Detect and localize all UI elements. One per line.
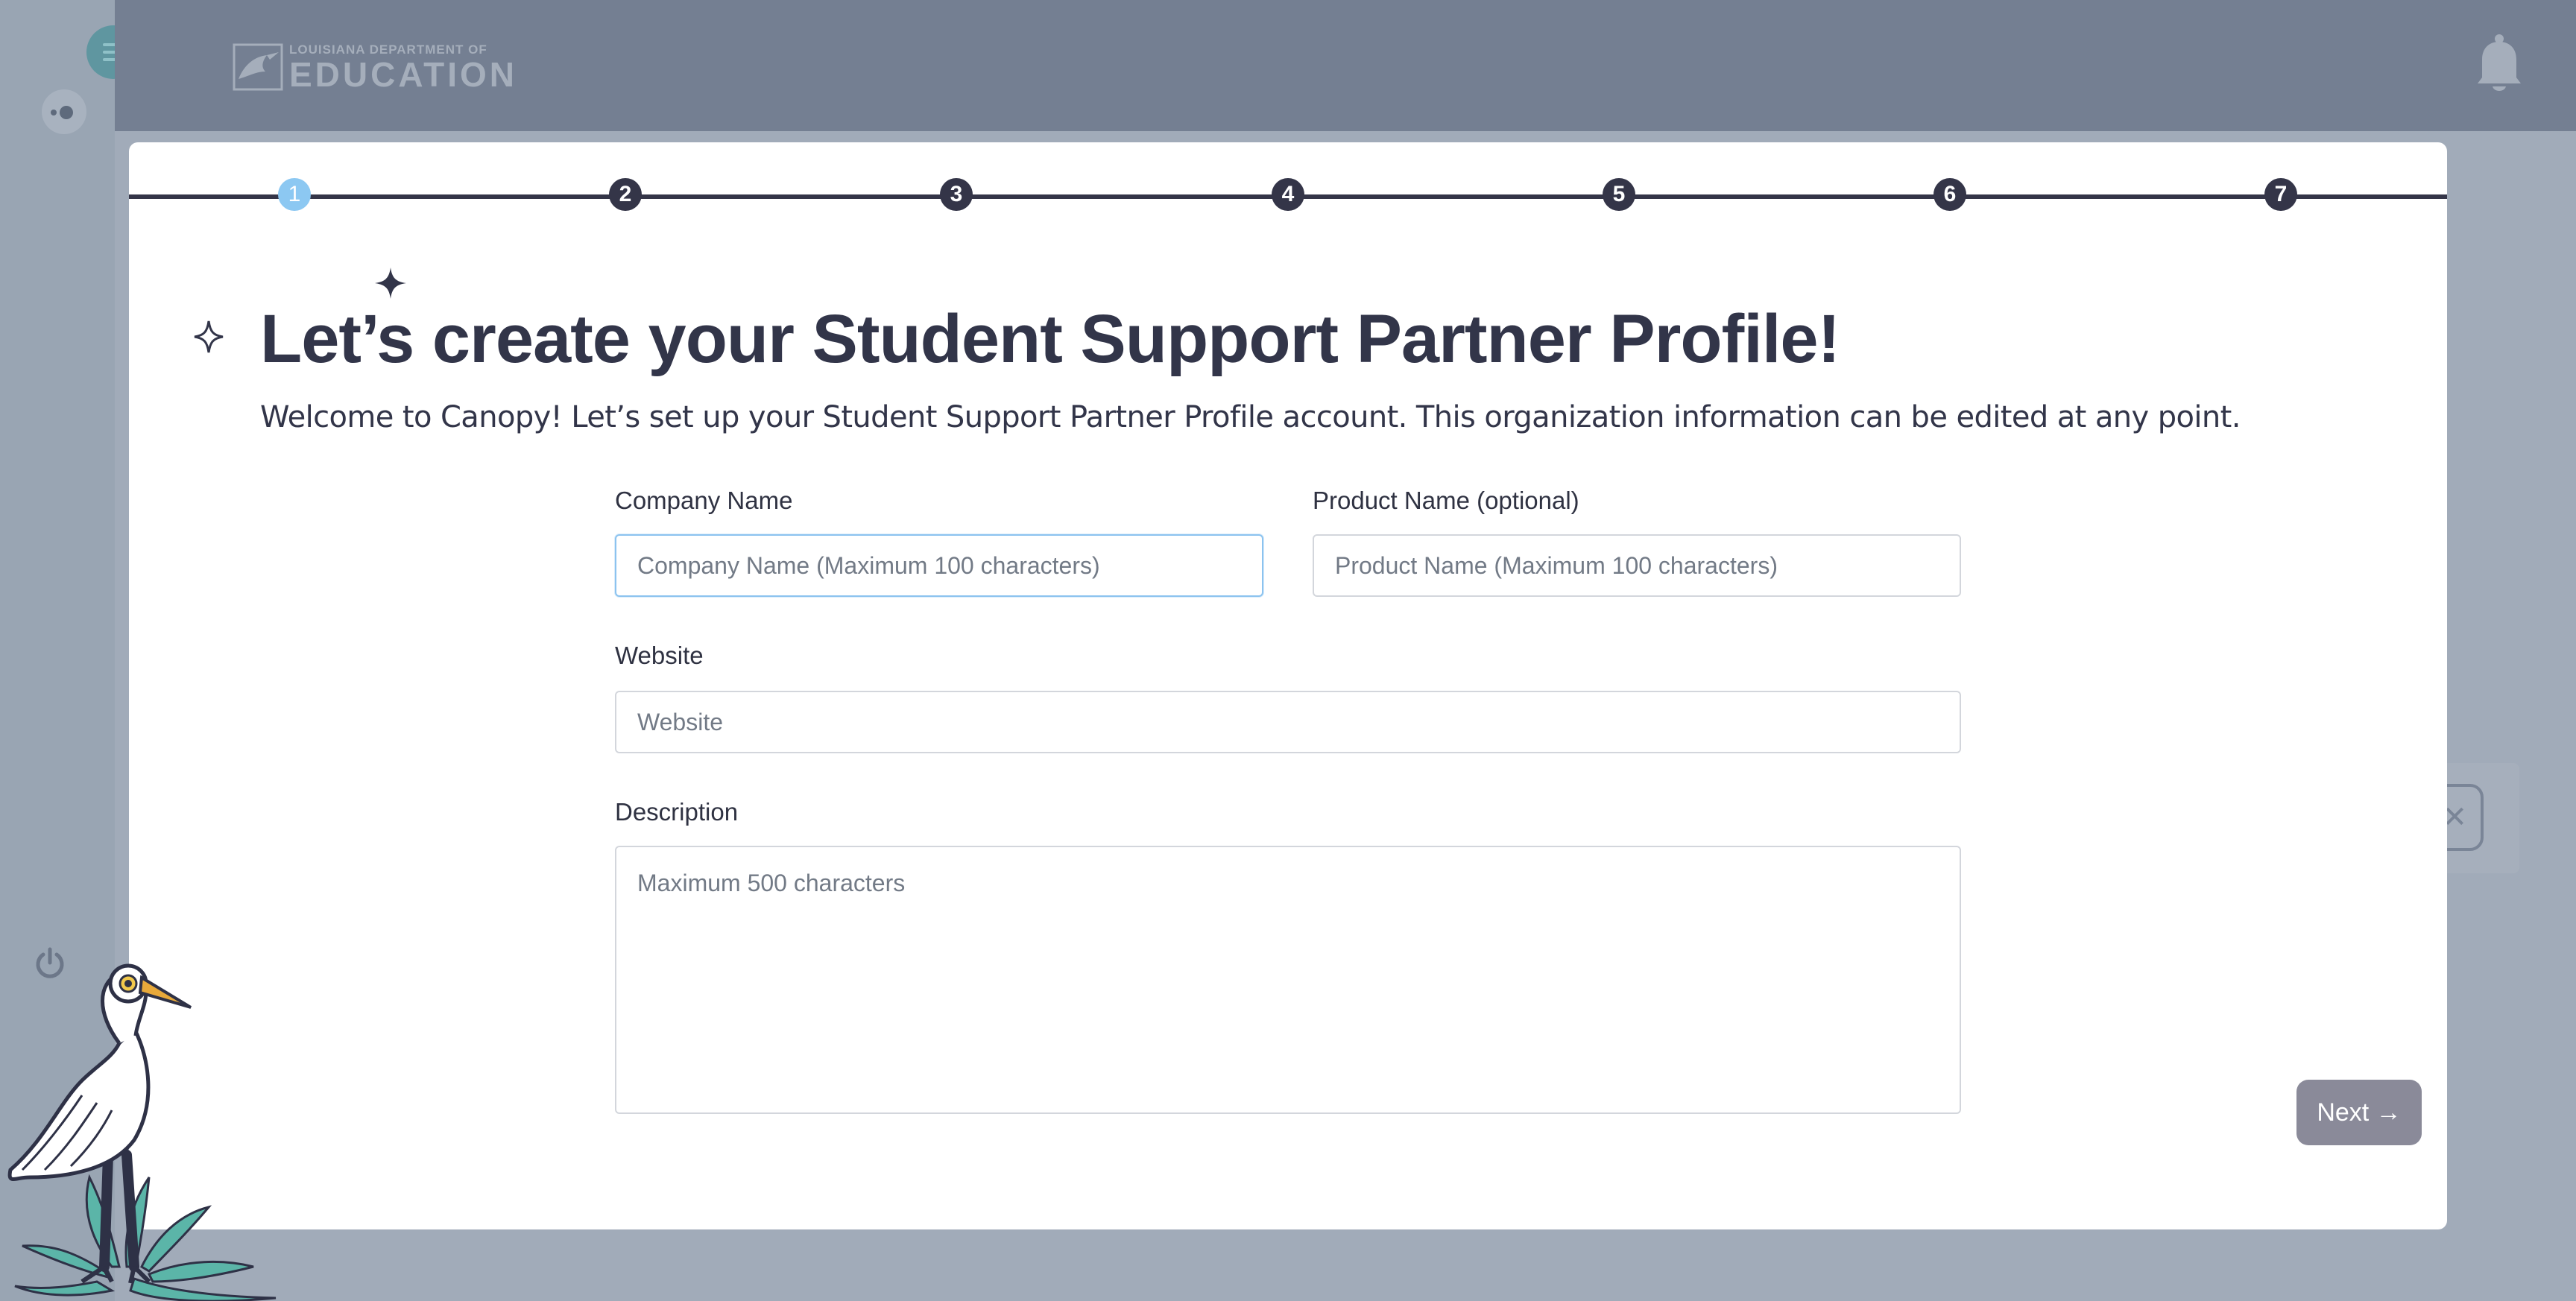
step-1[interactable]: 1 bbox=[278, 178, 311, 211]
sparkle-filled-icon bbox=[375, 268, 406, 299]
website-label: Website bbox=[615, 642, 704, 669]
step-5[interactable]: 5 bbox=[1603, 178, 1635, 211]
sidebar-toggle-icon[interactable] bbox=[42, 89, 86, 134]
company-name-input[interactable] bbox=[615, 534, 1263, 597]
page-subtitle: Welcome to Canopy! Let’s set up your Stu… bbox=[260, 400, 2241, 434]
egret-illustration bbox=[7, 963, 277, 1301]
stepper: 1 2 3 4 5 6 7 bbox=[129, 178, 2447, 215]
website-input[interactable] bbox=[615, 691, 1961, 753]
next-button[interactable]: Next → bbox=[2296, 1080, 2422, 1145]
product-name-label: Product Name (optional) bbox=[1313, 487, 1579, 514]
description-textarea[interactable] bbox=[615, 846, 1961, 1114]
page-title: Let’s create your Student Support Partne… bbox=[260, 301, 1840, 377]
pelican-logo-icon bbox=[233, 43, 283, 91]
description-label: Description bbox=[615, 798, 739, 826]
logo-line2: EDUCATION bbox=[289, 55, 518, 94]
louisiana-education-logo[interactable]: LOUISIANA DEPARTMENT OF EDUCATION bbox=[233, 40, 517, 94]
step-6[interactable]: 6 bbox=[1933, 178, 1966, 211]
company-name-label: Company Name bbox=[615, 487, 793, 514]
bell-icon[interactable] bbox=[2475, 33, 2524, 94]
profile-setup-modal: 1 2 3 4 5 6 7 Let’s create your Student … bbox=[129, 142, 2447, 1229]
step-4[interactable]: 4 bbox=[1272, 178, 1304, 211]
product-name-input[interactable] bbox=[1313, 534, 1961, 597]
step-7[interactable]: 7 bbox=[2264, 178, 2297, 211]
step-3[interactable]: 3 bbox=[940, 178, 973, 211]
sparkle-outline-icon bbox=[194, 320, 224, 353]
step-2[interactable]: 2 bbox=[609, 178, 642, 211]
